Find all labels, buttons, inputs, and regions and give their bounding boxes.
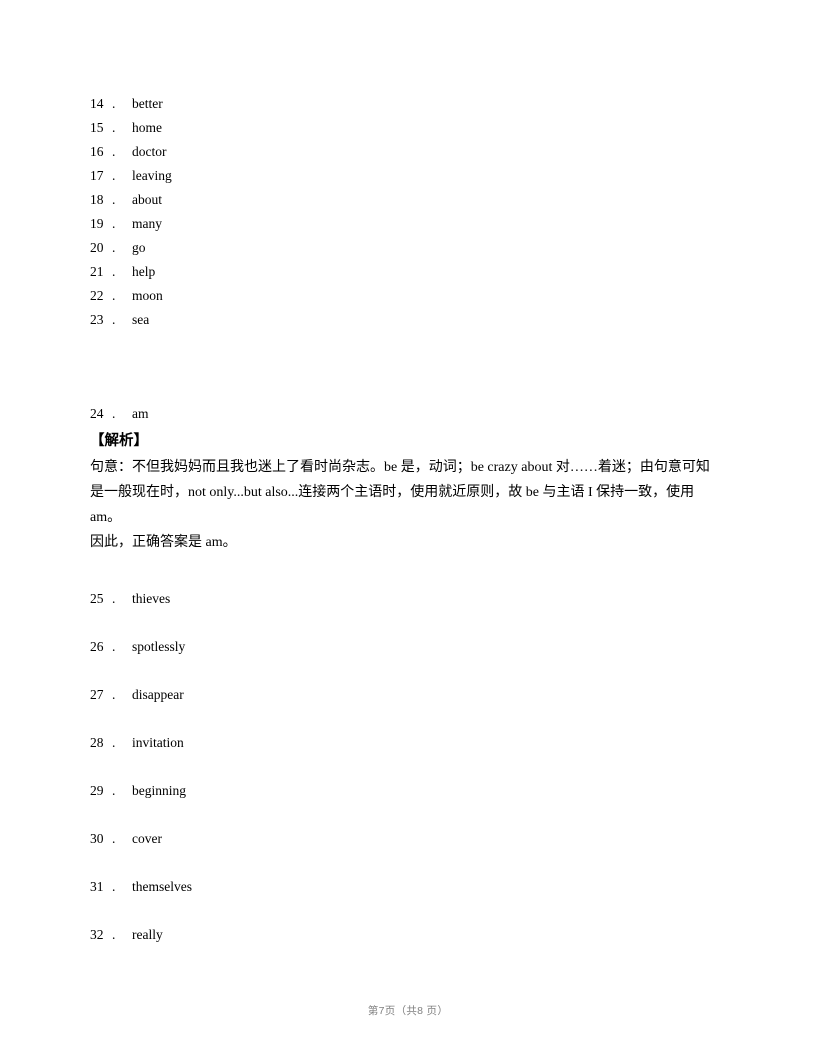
answer-separator: .	[112, 831, 116, 846]
answer-number: 16	[90, 144, 104, 159]
answer-number: 26	[90, 639, 104, 654]
answer-item: 14 . better	[90, 96, 740, 112]
answer-separator: .	[112, 120, 116, 135]
answer-word: beginning	[132, 783, 186, 798]
answer-word: themselves	[132, 879, 192, 894]
answer-number: 24	[90, 406, 104, 421]
answer-word: moon	[132, 288, 163, 303]
solution-line: 句意：不但我妈妈而且我也迷上了看时尚杂志。be 是，动词；be crazy ab…	[90, 460, 710, 475]
answer-item: 31 . themselves	[90, 879, 740, 895]
solution-label: 【解析】	[90, 433, 148, 449]
answer-item: 17 . leaving	[90, 168, 740, 184]
answer-word: many	[132, 216, 162, 231]
answer-separator: .	[112, 144, 116, 159]
answer-item: 25 . thieves	[90, 591, 740, 607]
answer-separator: .	[112, 639, 116, 654]
answer-separator: .	[112, 240, 116, 255]
answer-separator: .	[112, 288, 116, 303]
solution-conclusion: 因此，正确答案是 am。	[90, 535, 237, 550]
answer-number: 28	[90, 735, 104, 750]
answer-item: 16 . doctor	[90, 144, 740, 160]
answer-word: spotlessly	[132, 639, 186, 654]
solution-line: am。	[90, 510, 122, 525]
solution-body: 句意：不但我妈妈而且我也迷上了看时尚杂志。be 是，动词；be crazy ab…	[90, 455, 728, 555]
answer-item: 32 . really	[90, 927, 740, 943]
answer-separator: .	[112, 687, 116, 702]
solution-block: 24 . am 【解析】 句意：不但我妈妈而且我也迷上了看时尚杂志。be 是，动…	[90, 406, 730, 555]
answer-number: 25	[90, 591, 104, 606]
answer-item: 15 . home	[90, 120, 740, 136]
answer-list-bottom: 25 . thieves 26 . spotlessly 27 . disapp…	[90, 591, 740, 975]
answer-separator: .	[112, 783, 116, 798]
answer-word: am	[132, 406, 149, 421]
answer-word: home	[132, 120, 162, 135]
answer-number: 19	[90, 216, 104, 231]
answer-number: 27	[90, 687, 104, 702]
answer-number: 14	[90, 96, 104, 111]
answer-number: 30	[90, 831, 104, 846]
answer-separator: .	[112, 96, 116, 111]
answer-item: 22 . moon	[90, 288, 740, 304]
answer-number: 29	[90, 783, 104, 798]
answer-item: 23 . sea	[90, 312, 740, 328]
answer-number: 15	[90, 120, 104, 135]
answer-number: 23	[90, 312, 104, 327]
answer-word: really	[132, 927, 163, 942]
answer-word: sea	[132, 312, 150, 327]
answer-separator: .	[112, 927, 116, 942]
answer-item: 19 . many	[90, 216, 740, 232]
answer-word: better	[132, 96, 163, 111]
solution-line: 是一般现在时，not only...but also...连接两个主语时，使用就…	[90, 485, 695, 500]
answer-separator: .	[112, 312, 116, 327]
answer-word: disappear	[132, 687, 184, 702]
answer-item: 27 . disappear	[90, 687, 740, 703]
answer-item: 21 . help	[90, 264, 740, 280]
answer-separator: .	[112, 879, 116, 894]
answer-item: 30 . cover	[90, 831, 740, 847]
answer-word: invitation	[132, 735, 184, 750]
answer-word: leaving	[132, 168, 172, 183]
answer-separator: .	[112, 591, 116, 606]
answer-separator: .	[112, 264, 116, 279]
answer-word: doctor	[132, 144, 167, 159]
answer-item: 26 . spotlessly	[90, 639, 740, 655]
answer-separator: .	[112, 168, 116, 183]
answer-number: 20	[90, 240, 104, 255]
answer-list-top: 14 . better 15 . home 16 . doctor 17 . l…	[90, 96, 740, 336]
answer-number: 21	[90, 264, 104, 279]
answer-word: go	[132, 240, 146, 255]
answer-item: 20 . go	[90, 240, 740, 256]
answer-number: 22	[90, 288, 104, 303]
answer-word: cover	[132, 831, 162, 846]
answer-number: 17	[90, 168, 104, 183]
answer-number: 31	[90, 879, 104, 894]
answer-separator: .	[112, 735, 116, 750]
answer-number: 18	[90, 192, 104, 207]
answer-item: 29 . beginning	[90, 783, 740, 799]
answer-separator: .	[112, 216, 116, 231]
answer-item: 28 . invitation	[90, 735, 740, 751]
answer-word: help	[132, 264, 156, 279]
answer-word: thieves	[132, 591, 171, 606]
page-footer: 第7页（共8 页）	[367, 1005, 449, 1017]
worksheet-page: 14 . better 15 . home 16 . doctor 17 . l…	[0, 0, 816, 1056]
answer-separator: .	[112, 406, 116, 421]
answer-item: 18 . about	[90, 192, 740, 208]
answer-word: about	[132, 192, 162, 207]
answer-item: 24 . am	[90, 406, 730, 422]
answer-number: 32	[90, 927, 104, 942]
answer-separator: .	[112, 192, 116, 207]
